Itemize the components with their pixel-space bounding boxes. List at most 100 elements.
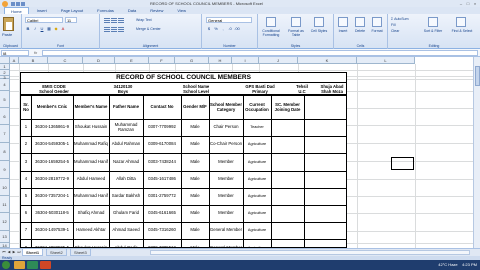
table-cell[interactable]: Teacher <box>243 119 271 136</box>
redo-icon[interactable] <box>21 1 25 6</box>
format-as-table-button[interactable]: Format as Table <box>285 29 307 37</box>
table-cell[interactable]: Male <box>181 239 209 248</box>
horizontal-scrollbar[interactable] <box>150 250 470 255</box>
table-cell[interactable]: Male <box>181 153 209 170</box>
table-cell[interactable]: Shafiq Ahmad <box>73 205 109 222</box>
table-cell[interactable]: 36304-5459305-1 <box>31 136 73 153</box>
row-header-11[interactable]: 11 <box>0 196 10 213</box>
table-cell[interactable] <box>271 119 304 136</box>
column-header-c[interactable]: C <box>48 57 83 64</box>
table-cell[interactable]: Male <box>181 119 209 136</box>
table-cell[interactable]: Member <box>209 153 243 170</box>
align-right-icon[interactable] <box>118 27 124 32</box>
table-cell[interactable]: Male <box>181 136 209 153</box>
table-cell[interactable]: Member <box>209 205 243 222</box>
table-cell[interactable]: Agriculture <box>243 136 271 153</box>
table-cell[interactable] <box>271 222 304 239</box>
align-left-icon[interactable] <box>104 27 110 32</box>
table-cell[interactable]: 7 <box>21 222 31 239</box>
increase-decimal-icon[interactable]: .0 <box>227 26 233 32</box>
insert-cells-button[interactable]: Insert <box>334 29 352 33</box>
save-icon[interactable] <box>11 1 15 6</box>
wrap-text-button[interactable]: Wrap Text <box>136 18 152 22</box>
table-cell[interactable]: Abdul Rahman <box>109 136 143 153</box>
row-header-10[interactable]: 10 <box>0 179 10 196</box>
tab-review[interactable]: Review <box>144 7 169 14</box>
table-cell[interactable]: Member <box>209 171 243 188</box>
table-cell[interactable]: Co-Chair Person <box>209 136 243 153</box>
font-name-select[interactable]: Calibri <box>25 17 63 23</box>
last-sheet-icon[interactable]: ⏭ <box>17 250 21 255</box>
row-header-12[interactable]: 12 <box>0 213 10 231</box>
tab-page-layout[interactable]: Page Layout <box>55 7 89 14</box>
table-cell[interactable]: 0303-7438244 <box>143 153 181 170</box>
table-cell[interactable] <box>271 171 304 188</box>
font-color-icon[interactable]: A <box>60 26 66 32</box>
worksheet-grid[interactable]: ABCDEFGHIJKL 123456789101112131415 RECOR… <box>0 57 480 248</box>
column-header-b[interactable]: B <box>19 57 48 64</box>
decrease-decimal-icon[interactable]: .00 <box>234 26 240 32</box>
table-cell[interactable]: 36304-1497539-1 <box>31 222 73 239</box>
cell-styles-button[interactable]: Cell Styles <box>308 29 330 33</box>
table-cell[interactable]: 0345-1617486 <box>143 171 181 188</box>
close-button[interactable]: × <box>472 1 478 6</box>
comma-icon[interactable]: , <box>220 26 226 32</box>
row-header-7[interactable]: 7 <box>0 125 10 143</box>
paste-icon[interactable] <box>3 17 14 31</box>
fill-color-icon[interactable]: ◆ <box>53 26 59 32</box>
sort-filter-button[interactable]: Sort & Filter <box>420 29 446 33</box>
align-top-icon[interactable] <box>104 18 110 23</box>
table-cell[interactable]: Shoukat Hussain <box>73 239 109 248</box>
column-header-d[interactable]: D <box>83 57 115 64</box>
table-cell[interactable]: Muhammad Hanif <box>73 188 109 205</box>
table-cell[interactable] <box>271 188 304 205</box>
autosum-button[interactable]: Σ AutoSum <box>391 17 409 21</box>
sheet-tab-sheet3[interactable]: Sheet3 <box>70 249 91 256</box>
table-cell[interactable]: Agriculture <box>243 222 271 239</box>
table-cell[interactable]: Ghulam Farid <box>109 205 143 222</box>
table-cell[interactable]: 0307-7709992 <box>143 119 181 136</box>
conditional-formatting-icon[interactable] <box>266 17 276 27</box>
column-header-f[interactable]: F <box>149 57 175 64</box>
table-cell[interactable]: 4 <box>21 171 31 188</box>
table-cell[interactable]: Allah Ditta <box>109 171 143 188</box>
table-cell[interactable]: Male <box>181 188 209 205</box>
fx-icon[interactable]: fx <box>34 50 37 56</box>
table-cell[interactable]: 36304-4882505-5 <box>31 239 73 248</box>
undo-icon[interactable] <box>16 1 20 6</box>
row-header-8[interactable]: 8 <box>0 143 10 161</box>
table-cell[interactable]: Muhammad Rafiq <box>73 136 109 153</box>
table-cell[interactable]: 0309-6170084 <box>143 136 181 153</box>
sheet-tab-sheet1[interactable]: Sheet1 <box>22 249 44 256</box>
table-cell[interactable]: Muhammad Ramzan <box>109 119 143 136</box>
table-cell[interactable] <box>271 205 304 222</box>
italic-icon[interactable]: I <box>32 26 38 32</box>
column-header-i[interactable]: I <box>232 57 259 64</box>
table-cell[interactable]: 1 <box>21 119 31 136</box>
select-all-corner[interactable] <box>0 57 10 64</box>
fill-button[interactable]: Fill <box>391 23 395 27</box>
table-cell[interactable]: Male <box>181 205 209 222</box>
table-cell[interactable]: Shoukat Hussain <box>73 119 109 136</box>
table-cell[interactable]: 0309-7305512 <box>143 239 181 248</box>
office-button[interactable] <box>2 0 8 7</box>
table-cell[interactable]: 5 <box>21 188 31 205</box>
table-cell[interactable]: Male <box>181 171 209 188</box>
table-cell[interactable]: 36304-1659254-5 <box>31 153 73 170</box>
tab-home[interactable]: Home <box>4 7 29 14</box>
clock-text[interactable]: 4:23 PM <box>462 262 477 267</box>
table-cell[interactable]: Abdul Qadir <box>109 239 143 248</box>
tab-view[interactable]: View <box>171 7 192 14</box>
table-cell[interactable]: Muhammad Hanif <box>73 153 109 170</box>
table-cell[interactable]: 0345-7316260 <box>143 222 181 239</box>
prev-sheet-icon[interactable]: ◀ <box>7 250 11 255</box>
table-cell[interactable]: Agriculture <box>243 153 271 170</box>
table-cell[interactable]: 36304-7357204-1 <box>31 188 73 205</box>
cell-styles-icon[interactable] <box>314 17 324 27</box>
conditional-formatting-button[interactable]: Conditional Formatting <box>258 29 284 37</box>
table-cell[interactable]: Agriculture <box>243 205 271 222</box>
tab-data[interactable]: Data <box>122 7 142 14</box>
find-select-icon[interactable] <box>456 17 466 27</box>
row-header-6[interactable]: 6 <box>0 108 10 125</box>
font-size-select[interactable]: 11 <box>65 17 77 23</box>
